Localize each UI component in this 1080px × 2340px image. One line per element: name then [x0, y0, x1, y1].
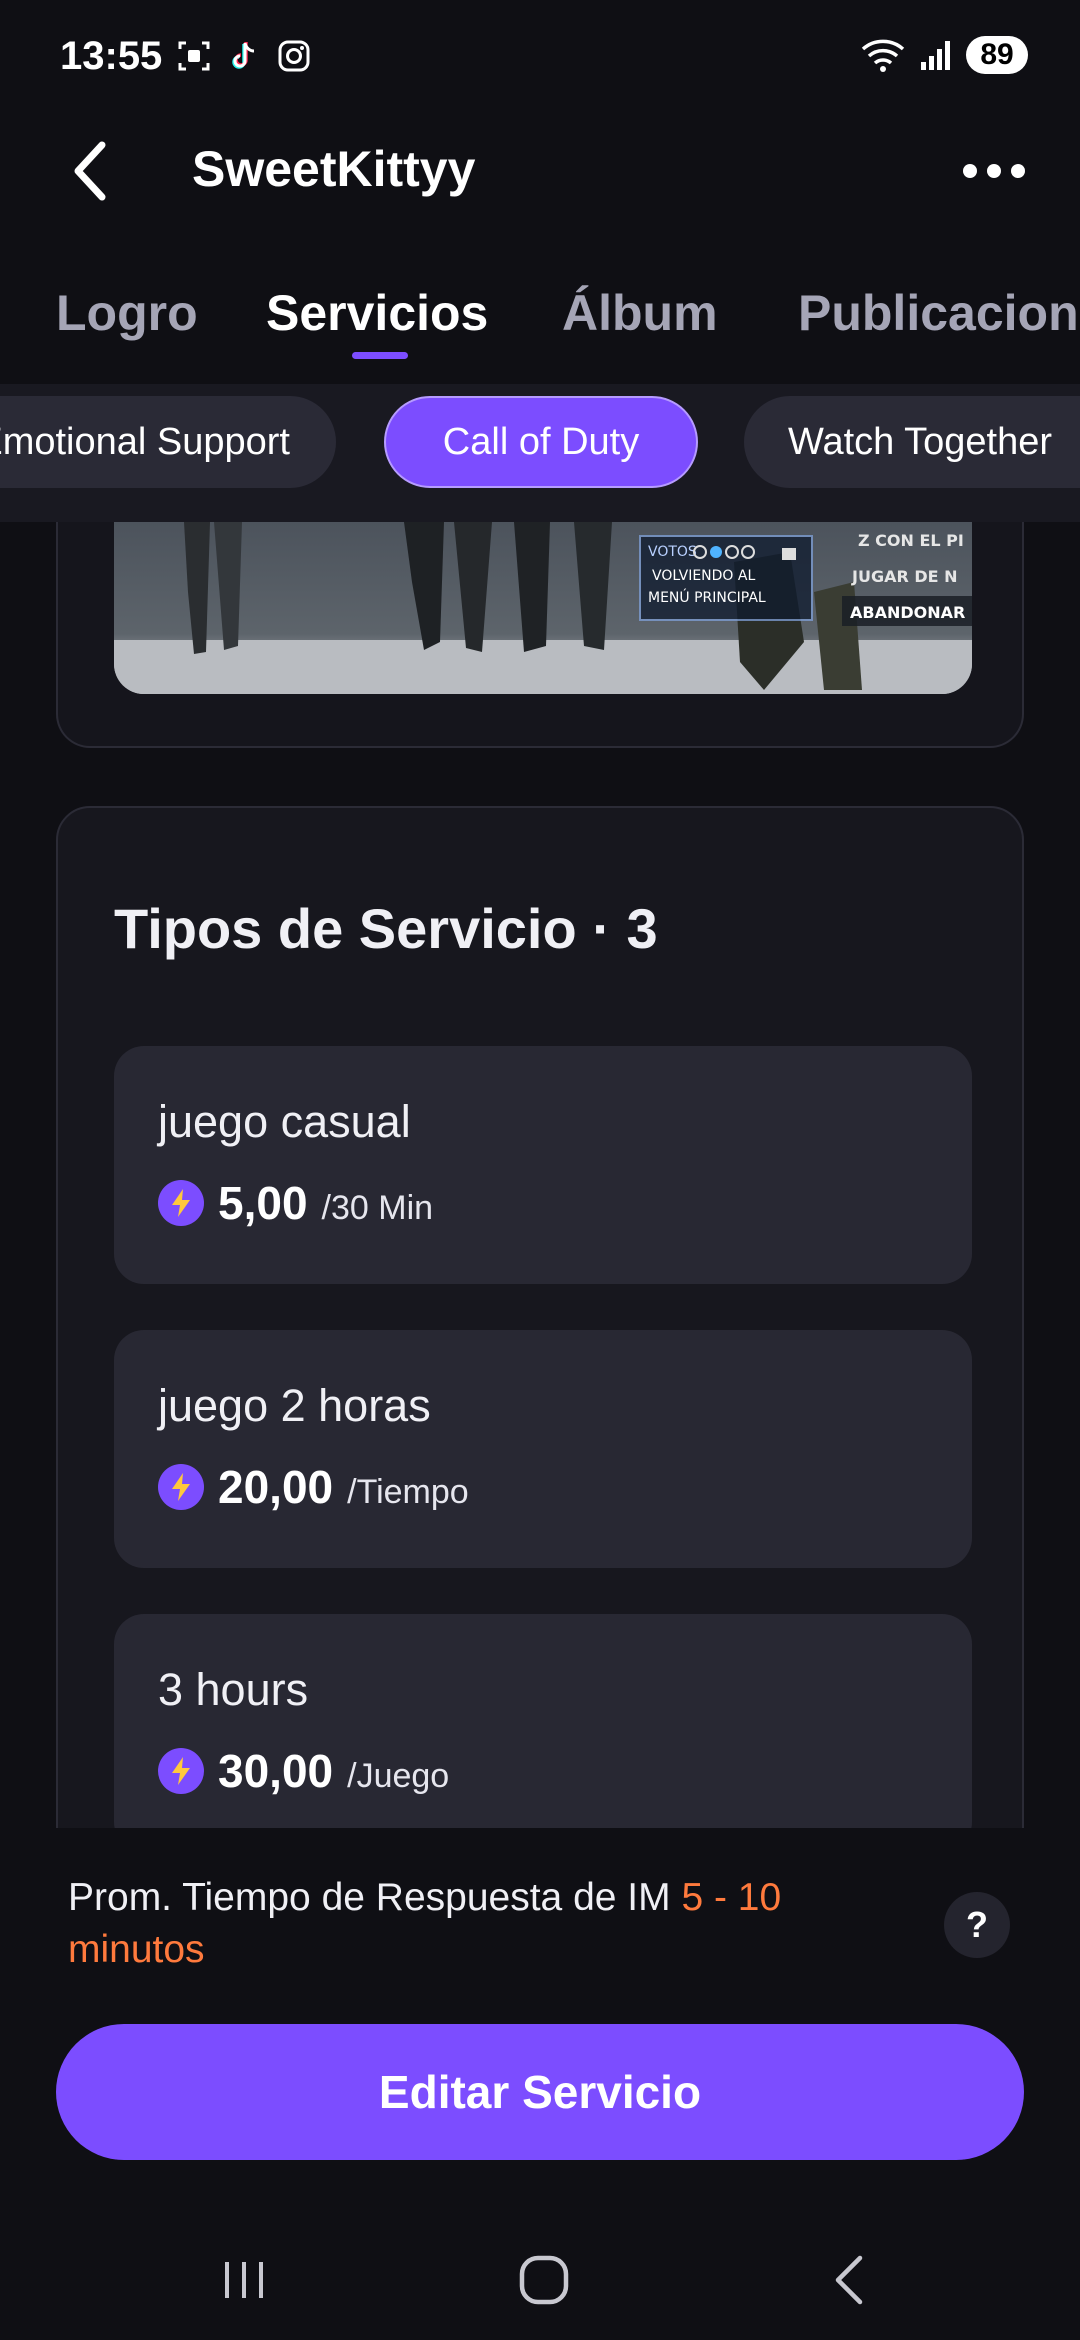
more-dots-icon: [963, 164, 1025, 178]
service-unit: /Tiempo: [347, 1473, 469, 1511]
service-name: 3 hours: [158, 1664, 309, 1715]
service-unit: /Juego: [347, 1757, 450, 1795]
service-types-card: Tipos de Servicio · 3 juego casual 5,00 …: [56, 806, 1024, 1828]
profile-tabs: Logro Servicios Álbum Publicaciones: [0, 270, 1080, 366]
instagram-icon: [276, 38, 312, 74]
status-bar: 13:55 89: [0, 0, 1080, 116]
service-price: 20,00: [218, 1461, 334, 1513]
recent-apps-button[interactable]: [194, 2240, 294, 2320]
lightning-coin-icon: [158, 1748, 204, 1794]
media-side-line-3: ABANDONAR: [850, 603, 965, 622]
help-button[interactable]: ?: [944, 1892, 1010, 1958]
home-button[interactable]: [494, 2240, 594, 2320]
service-item[interactable]: juego casual 5,00 /30 Min: [114, 1046, 972, 1284]
chip-watch-together[interactable]: Watch Together: [744, 396, 1080, 488]
back-button[interactable]: [60, 136, 120, 206]
service-item[interactable]: juego 2 horas 20,00 /Tiempo: [114, 1330, 972, 1568]
service-price-row: 20,00 /Tiempo: [158, 1460, 469, 1514]
media-side-line-2: JUGAR DE N: [851, 567, 958, 586]
service-name: juego 2 horas: [158, 1380, 431, 1431]
media-side-line-1: Z CON EL PI: [858, 531, 964, 550]
service-price: 30,00: [218, 1745, 334, 1797]
service-price: 5,00: [218, 1177, 308, 1229]
tab-album[interactable]: Álbum: [562, 284, 718, 342]
media-overlay-line-1: VOTOS: [648, 544, 697, 560]
media-overlay-line-2: VOLVIENDO AL: [652, 568, 755, 584]
battery-indicator: 89: [966, 36, 1028, 74]
category-chips: Emotional Support Call of Duty Watch Tog…: [0, 384, 1080, 522]
service-media-card: VOTOS VOLVIENDO AL MENÚ PRINCIPAL Z CON …: [56, 522, 1024, 748]
service-content[interactable]: VOTOS VOLVIENDO AL MENÚ PRINCIPAL Z CON …: [0, 522, 1080, 1828]
service-unit: /30 Min: [321, 1189, 434, 1227]
tab-servicios[interactable]: Servicios: [266, 284, 488, 342]
more-options-button[interactable]: [946, 136, 1042, 206]
notification-icons: [176, 38, 312, 74]
wifi-icon: [860, 37, 906, 73]
service-image[interactable]: VOTOS VOLVIENDO AL MENÚ PRINCIPAL Z CON …: [114, 522, 972, 694]
service-name: juego casual: [158, 1096, 411, 1147]
edit-service-button[interactable]: Editar Servicio: [56, 2024, 1024, 2160]
profile-name: SweetKittyy: [192, 141, 476, 197]
chip-emotional-support[interactable]: Emotional Support: [0, 396, 336, 488]
response-time-label: Prom. Tiempo de Respuesta de IM: [68, 1876, 682, 1919]
tab-publicaciones[interactable]: Publicaciones: [798, 284, 1080, 342]
recents-icon: [225, 2262, 263, 2298]
system-back-button[interactable]: [798, 2240, 898, 2320]
home-icon: [519, 2255, 569, 2305]
chevron-left-icon: [74, 141, 106, 201]
service-types-title: Tipos de Servicio · 3: [114, 897, 658, 960]
tab-logro[interactable]: Logro: [56, 284, 198, 342]
service-price-row: 30,00 /Juego: [158, 1744, 449, 1798]
status-time: 13:55: [60, 34, 163, 78]
system-nav-bar: [0, 2220, 1080, 2340]
screen: 13:55 89 SweetKittyy Logro Servicios Álb…: [0, 0, 1080, 2340]
app-header: SweetKittyy: [0, 116, 1080, 226]
active-tab-indicator: [352, 352, 408, 359]
back-icon: [835, 2255, 863, 2305]
signal-icon: [918, 37, 954, 73]
status-right: 89: [860, 36, 1028, 74]
tiktok-icon: [226, 38, 262, 74]
screenshot-icon: [176, 38, 212, 74]
response-time-text: Prom. Tiempo de Respuesta de IM 5 - 10 m…: [68, 1872, 888, 1976]
chip-call-of-duty[interactable]: Call of Duty: [384, 396, 698, 488]
service-price-row: 5,00 /30 Min: [158, 1176, 433, 1230]
lightning-coin-icon: [158, 1180, 204, 1226]
lightning-coin-icon: [158, 1464, 204, 1510]
media-overlay-line-3: MENÚ PRINCIPAL: [648, 588, 766, 606]
service-item[interactable]: 3 hours 30,00 /Juego: [114, 1614, 972, 1828]
